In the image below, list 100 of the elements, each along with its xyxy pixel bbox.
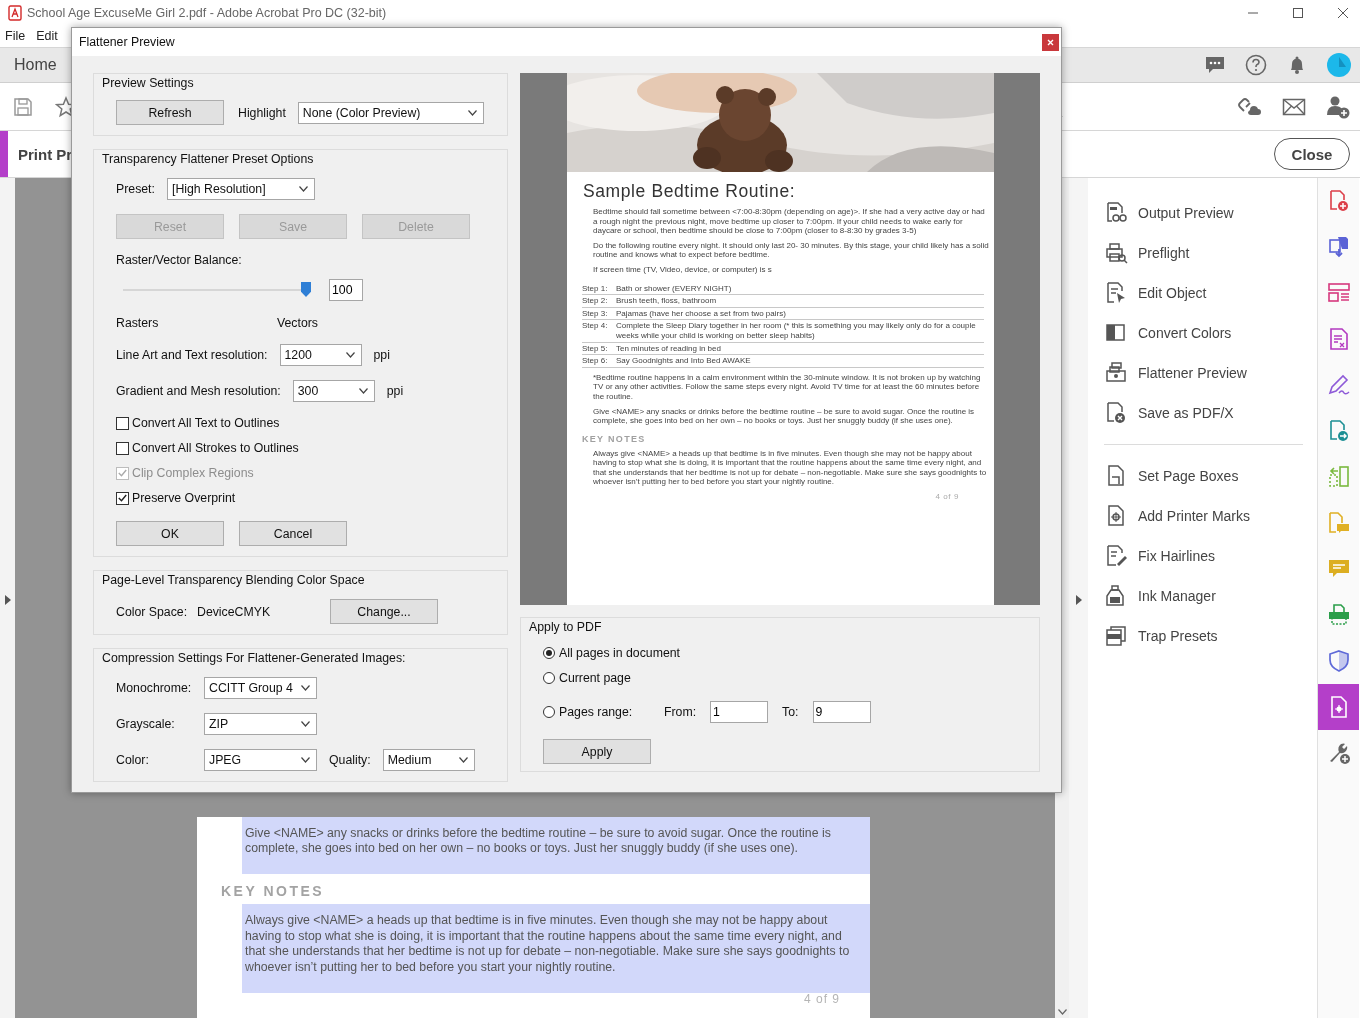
tool-link[interactable]: Ink Manager bbox=[1138, 588, 1216, 604]
field-label: Color Space: bbox=[116, 604, 189, 619]
refresh-button[interactable]: Refresh bbox=[116, 100, 224, 125]
caret-icon bbox=[345, 352, 355, 358]
dropdown[interactable]: JPEG bbox=[204, 749, 317, 771]
documents-arrow-icon[interactable] bbox=[1326, 235, 1351, 259]
tool-title: Print Pr bbox=[18, 145, 73, 163]
field-value: DeviceCMYK bbox=[197, 604, 272, 619]
highlighted-paragraph: Always give <NAME> a heads up that bedtime is in five minutes. Even though she may not be happy about having to stop what she is doing, it is important that the routine happens about the same time every night, and that she understands that her bedtime is not up for debate – non-negotiable. Make sure she says goodnights to whoever isn’t putting her to bed before you start your nightly routine. bbox=[242, 904, 870, 993]
mail-icon[interactable] bbox=[1282, 96, 1306, 117]
stacked-layers-icon[interactable] bbox=[1104, 624, 1128, 648]
caret-icon bbox=[358, 388, 368, 394]
checkbox[interactable] bbox=[116, 491, 129, 505]
paragraph: If screen time (TV, Video, device, or computer) is s bbox=[593, 264, 773, 275]
shield-icon[interactable] bbox=[1326, 649, 1351, 673]
checkbox-label: Preserve Overprint bbox=[132, 491, 236, 505]
layout-icon[interactable] bbox=[1326, 281, 1351, 305]
close-icon[interactable] bbox=[1042, 33, 1059, 51]
paragraph: Do the following routine every night. It should only last 20- 30 minutes. By this stage, your child likely has a solid routine and knows what to expect before bedtime. bbox=[593, 240, 989, 260]
dropdown[interactable]: None (Color Preview) bbox=[297, 101, 484, 124]
dropdown[interactable]: [High Resolution] bbox=[166, 178, 315, 200]
checkbox-label: Clip Complex Regions bbox=[132, 466, 254, 480]
radio-button[interactable] bbox=[543, 672, 555, 684]
tab[interactable]: Home bbox=[0, 56, 57, 74]
dropdown[interactable]: Medium bbox=[382, 749, 475, 771]
step-text: Say Goodnights and Into Bed AWAKE bbox=[616, 356, 752, 366]
ok-button[interactable]: OK bbox=[116, 521, 224, 546]
change-button[interactable]: Change... bbox=[330, 599, 438, 624]
step-text: Complete the Sleep Diary together in her room (* this is something you may likely only do for a couple weeks while your child is working on better sleep habits) bbox=[616, 321, 977, 341]
tool-link[interactable]: Fix Hairlines bbox=[1138, 548, 1215, 564]
field-label: Preset: bbox=[116, 182, 155, 196]
field-label: Raster/Vector Balance: bbox=[116, 253, 242, 267]
tool-link[interactable]: Save as PDF/X bbox=[1138, 405, 1234, 421]
dropdown[interactable]: 300 bbox=[292, 380, 375, 402]
tool-link[interactable]: Flattener Preview bbox=[1138, 365, 1247, 381]
signature-pen-icon[interactable] bbox=[1326, 373, 1351, 397]
tool-link[interactable]: Convert Colors bbox=[1138, 325, 1232, 341]
close-icon[interactable] bbox=[1337, 6, 1349, 19]
caret-icon bbox=[301, 685, 310, 691]
tool-link[interactable]: Add Printer Marks bbox=[1138, 508, 1251, 524]
caret-icon bbox=[467, 109, 477, 116]
chat-icon[interactable] bbox=[1204, 54, 1226, 76]
paragraph: Bedtime should fall sometime between <7:00-8:30pm (depending on age)>. If she had a very active day or had a rough night the previous night, move bedtime up closer to 7:00pm. If your child needs to wake early for daycare or school, then bedtime should be close to 7:00pm (closer to 8-8:30 by grades 3-5) bbox=[593, 207, 986, 236]
radio-button[interactable] bbox=[543, 647, 555, 659]
dropdown[interactable]: CCITT Group 4 bbox=[204, 677, 317, 699]
document-x-icon[interactable] bbox=[1104, 401, 1128, 425]
apply-button[interactable]: Apply bbox=[543, 739, 651, 764]
slider-thumb[interactable] bbox=[301, 282, 311, 297]
slider-label: Rasters bbox=[116, 316, 160, 330]
input-field[interactable]: 100 bbox=[329, 279, 363, 301]
save-icon[interactable] bbox=[12, 95, 34, 118]
dropdown[interactable]: ZIP bbox=[204, 713, 317, 735]
paragraph: *Bedtime routine happens in a calm environment within the 30-minute window. It is not broken up by watching TV or any other activities. Follow the same steps every night. Avoid TV time for at least the 60 minutes before the routine. bbox=[593, 372, 982, 402]
input-field[interactable]: 9 bbox=[812, 701, 871, 723]
radio-label: Pages range: bbox=[559, 705, 634, 719]
document-pen-icon[interactable] bbox=[1104, 544, 1128, 568]
slider-label: Vectors bbox=[277, 316, 318, 330]
step-text: Ten minutes of reading in bed bbox=[616, 343, 722, 354]
page-title: Sample Bedtime Routine: bbox=[583, 180, 797, 202]
pdf-file-icon bbox=[8, 4, 22, 21]
collapse-arrow-icon[interactable] bbox=[1075, 595, 1082, 605]
add-user-icon[interactable] bbox=[1326, 94, 1350, 119]
radio-button[interactable] bbox=[543, 706, 555, 718]
field-label: Line Art and Text resolution: bbox=[116, 348, 268, 362]
input-field[interactable]: 1 bbox=[710, 701, 769, 723]
field-label: Color: bbox=[116, 753, 150, 767]
maximize-icon[interactable] bbox=[1292, 6, 1304, 19]
tool-link[interactable]: Edit Object bbox=[1138, 285, 1207, 301]
step-text: Bath or shower (EVERY NIGHT) bbox=[616, 283, 733, 294]
printer-layers-icon[interactable] bbox=[1104, 361, 1128, 385]
step-label: Step 2: bbox=[582, 296, 609, 306]
field-label: Quality: bbox=[329, 753, 371, 767]
checkbox[interactable] bbox=[116, 441, 129, 455]
document-glasses-icon[interactable] bbox=[1104, 201, 1128, 225]
menu-item[interactable]: Edit bbox=[36, 29, 58, 43]
tool-link[interactable]: Output Preview bbox=[1138, 205, 1234, 221]
close-button[interactable]: Close bbox=[1274, 138, 1350, 170]
slider[interactable] bbox=[123, 282, 311, 298]
tool-link[interactable]: Set Page Boxes bbox=[1138, 468, 1239, 484]
help-icon[interactable] bbox=[1245, 54, 1267, 76]
caret-icon bbox=[301, 721, 310, 727]
field-label: From: bbox=[664, 705, 697, 719]
dropdown[interactable]: 1200 bbox=[279, 344, 362, 366]
step-text: Pajamas (have her choose a set from two pairs) bbox=[616, 308, 787, 319]
section-heading: KEY NOTES bbox=[582, 433, 647, 444]
cancel-button[interactable]: Cancel bbox=[239, 521, 347, 546]
menu-item[interactable]: File bbox=[5, 29, 26, 43]
caret-icon bbox=[458, 757, 468, 763]
step-label: Step 1: bbox=[582, 283, 609, 294]
tool-link[interactable]: Preflight bbox=[1138, 245, 1190, 261]
avatar-icon[interactable] bbox=[1327, 53, 1351, 77]
dialog-title: Flattener Preview bbox=[79, 35, 175, 49]
expand-arrow-icon[interactable] bbox=[4, 595, 11, 605]
step-label: Step 5: bbox=[582, 343, 609, 354]
tool-link[interactable]: Trap Presets bbox=[1138, 628, 1218, 644]
unit-label: ppi bbox=[373, 348, 390, 362]
printer-magnifier-icon[interactable] bbox=[1104, 241, 1128, 265]
step-text: Brush teeth, floss, bathroom bbox=[616, 296, 718, 306]
checkbox-label: Convert All Strokes to Outlines bbox=[132, 441, 299, 455]
checkbox[interactable] bbox=[116, 416, 129, 430]
